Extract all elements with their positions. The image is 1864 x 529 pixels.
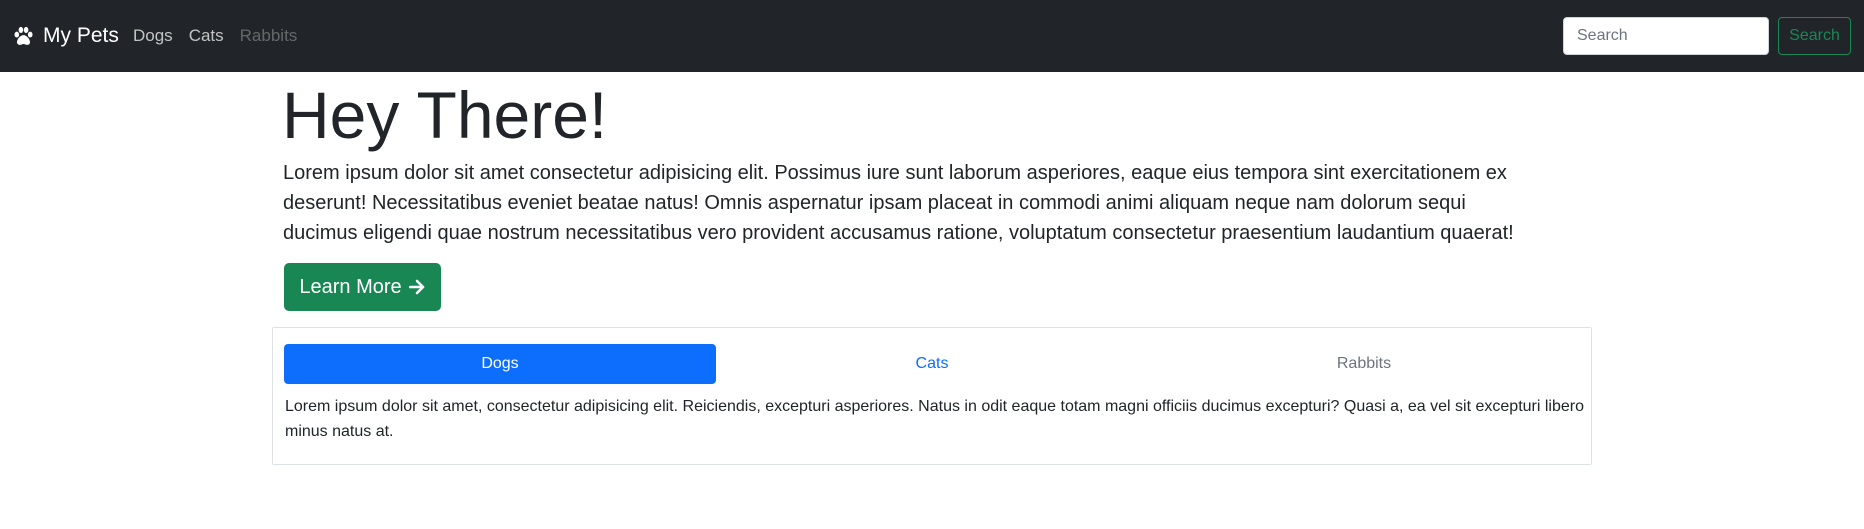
pets-tab-list: Dogs Cats Rabbits bbox=[284, 344, 1580, 384]
top-navbar: My Pets Dogs Cats Rabbits Search bbox=[0, 0, 1864, 72]
search-button[interactable]: Search bbox=[1778, 17, 1851, 55]
tab-dogs[interactable]: Dogs bbox=[284, 344, 716, 384]
hero-lead-text: Lorem ipsum dolor sit amet consectetur a… bbox=[283, 162, 1514, 244]
paw-icon bbox=[14, 26, 33, 45]
pets-tab-card: Dogs Cats Rabbits Lorem ipsum dolor sit … bbox=[272, 327, 1592, 465]
tab-content-text: Lorem ipsum dolor sit amet, consectetur … bbox=[285, 398, 1584, 440]
nav-links: Dogs Cats Rabbits bbox=[133, 0, 313, 72]
learn-more-label: Learn More bbox=[299, 275, 402, 298]
brand-label: My Pets bbox=[43, 24, 119, 47]
search-input[interactable] bbox=[1563, 17, 1769, 55]
learn-more-button[interactable]: Learn More bbox=[284, 263, 441, 311]
brand-link[interactable]: My Pets bbox=[12, 0, 119, 72]
page-title: Hey There! bbox=[282, 78, 608, 152]
nav-link-cats[interactable]: Cats bbox=[189, 26, 224, 46]
arrow-right-icon bbox=[408, 279, 424, 295]
nav-link-rabbits: Rabbits bbox=[239, 26, 298, 45]
nav-link-dogs[interactable]: Dogs bbox=[133, 26, 173, 46]
tab-rabbits: Rabbits bbox=[1336, 355, 1392, 372]
tab-cats[interactable]: Cats bbox=[716, 344, 1148, 384]
